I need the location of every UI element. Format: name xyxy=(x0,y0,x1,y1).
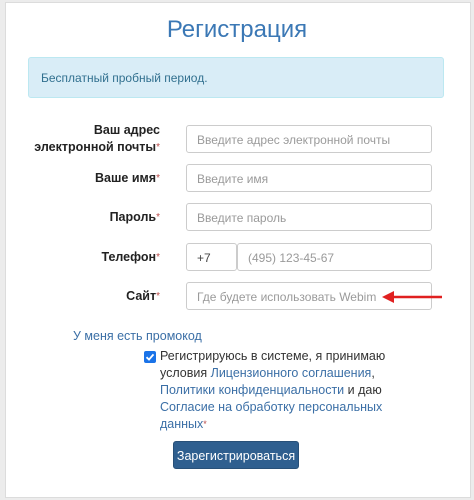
phone-code-field[interactable]: +7 xyxy=(186,243,237,271)
email-label: Ваш адрес электронной почты* xyxy=(10,122,160,156)
email-label-line1: Ваш адрес xyxy=(93,123,160,137)
email-label-line2: электронной почты xyxy=(34,140,157,154)
required-mark: * xyxy=(156,212,160,223)
privacy-policy-link[interactable]: Политики конфиденциальности xyxy=(160,383,344,397)
phone-label: Телефон* xyxy=(10,249,160,266)
name-label-text: Ваше имя xyxy=(95,171,157,185)
red-arrow-icon xyxy=(382,291,442,303)
agreement-text: Регистрируюсь в системе, я принимаю усло… xyxy=(160,348,390,433)
required-mark: * xyxy=(156,173,160,184)
name-field[interactable]: Введите имя xyxy=(186,164,432,192)
phone-number-field[interactable]: (495) 123-45-67 xyxy=(237,243,432,271)
checkmark-icon xyxy=(145,353,155,361)
agreement-and: и даю xyxy=(344,383,382,397)
name-label: Ваше имя* xyxy=(10,170,160,187)
agreement-separator: , xyxy=(371,366,375,380)
site-label: Сайт* xyxy=(10,288,160,305)
required-mark: * xyxy=(156,252,160,263)
password-label: Пароль* xyxy=(10,209,160,226)
required-mark: * xyxy=(156,291,160,302)
email-field[interactable]: Введите адрес электронной почты xyxy=(186,125,432,153)
required-mark: * xyxy=(156,142,160,153)
password-label-text: Пароль xyxy=(109,210,157,224)
info-alert: Бесплатный пробный период. xyxy=(28,57,444,98)
site-label-text: Сайт xyxy=(126,289,157,303)
agreement-checkbox[interactable] xyxy=(144,351,156,363)
password-field[interactable]: Введите пароль xyxy=(186,203,432,231)
required-mark: * xyxy=(203,419,207,429)
promo-code-link[interactable]: У меня есть промокод xyxy=(73,329,202,343)
page-title: Регистрация xyxy=(166,16,308,43)
personal-data-consent-link[interactable]: Согласие на обработку персональных данны… xyxy=(160,400,382,431)
register-button[interactable]: Зарегистрироваться xyxy=(173,441,299,469)
phone-label-text: Телефон xyxy=(101,250,157,264)
license-agreement-link[interactable]: Лицензионного соглашения xyxy=(211,366,372,380)
